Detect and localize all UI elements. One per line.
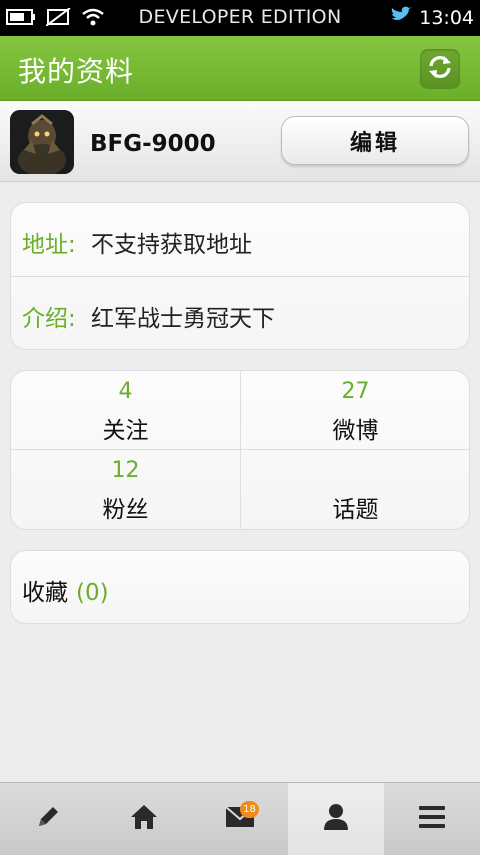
twitter-bird-icon: [389, 6, 413, 29]
bio-row: 介绍: 红军战士勇冠天下: [11, 277, 469, 349]
favorites-count: (0): [76, 580, 109, 606]
page-title: 我的资料: [18, 55, 135, 88]
weibo-count: 27: [341, 379, 370, 404]
weibo-label: 微博: [332, 418, 379, 444]
menu-icon: [418, 804, 446, 834]
address-label: 地址:: [22, 232, 76, 258]
fans-stat[interactable]: 12 粉丝: [11, 450, 240, 528]
home-icon: [129, 802, 159, 836]
edit-profile-button[interactable]: 编辑: [281, 116, 469, 165]
status-right: 13:04: [389, 6, 474, 29]
tab-home[interactable]: [96, 783, 192, 855]
compose-icon: [33, 802, 63, 836]
refresh-icon: [427, 54, 453, 84]
message-badge: 18: [240, 801, 259, 818]
profile-icon: [322, 802, 350, 836]
info-card: 地址: 不支持获取地址 介绍: 红军战士勇冠天下: [10, 202, 470, 350]
favorites-card[interactable]: 收藏 (0): [10, 550, 470, 624]
topics-stat[interactable]: 话题: [241, 450, 469, 528]
refresh-button[interactable]: [420, 49, 460, 89]
favorites-label: 收藏: [22, 580, 68, 606]
username: BFG-9000: [90, 131, 216, 157]
fans-label: 粉丝: [102, 497, 149, 523]
address-value: 不支持获取地址: [91, 232, 252, 258]
weibo-stat[interactable]: 27 微博: [241, 371, 469, 449]
avatar[interactable]: [10, 110, 74, 174]
bio-value: 红军战士勇冠天下: [91, 306, 275, 332]
stats-card: 4 关注 27 微博 12 粉丝 话题: [10, 370, 470, 530]
favorites-row: 收藏 (0): [22, 573, 109, 607]
bio-label: 介绍:: [22, 306, 76, 332]
tab-profile[interactable]: [288, 783, 384, 855]
following-label: 关注: [102, 418, 149, 444]
following-stat[interactable]: 4 关注: [11, 371, 240, 449]
title-bar: 我的资料: [0, 36, 480, 101]
tab-messages[interactable]: [192, 783, 288, 855]
topics-label: 话题: [332, 497, 379, 523]
following-count: 4: [118, 379, 133, 404]
tab-compose[interactable]: [0, 783, 96, 855]
status-bar: DEVELOPER EDITION 13:04: [0, 0, 480, 36]
fans-count: 12: [111, 458, 140, 483]
profile-header: BFG-9000 编辑: [0, 101, 480, 182]
divider: [240, 371, 241, 529]
address-row: 地址: 不支持获取地址: [11, 203, 469, 276]
tab-menu[interactable]: [384, 783, 480, 855]
bottom-tab-bar: 18: [0, 782, 480, 855]
clock: 13:04: [419, 6, 474, 29]
